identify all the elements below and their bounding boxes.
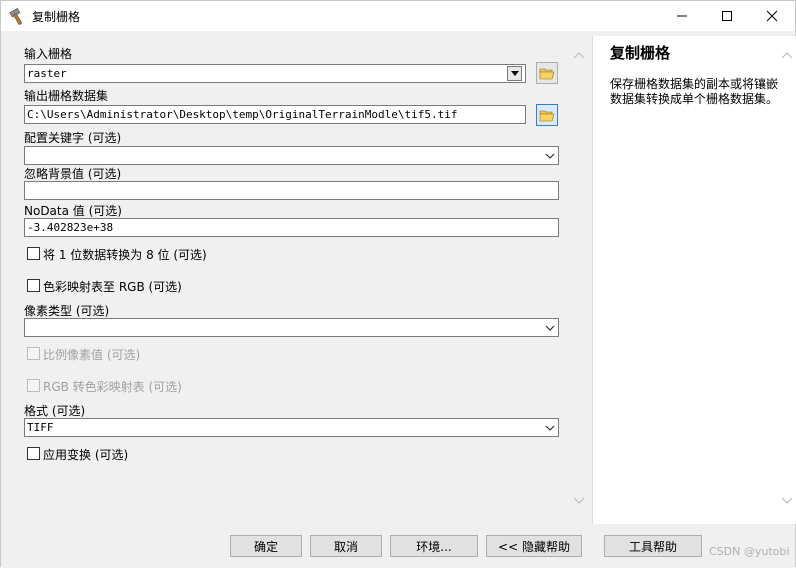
minimize-icon xyxy=(677,15,687,17)
chevron-down-icon xyxy=(545,325,555,331)
colormap-to-rgb-checkbox[interactable] xyxy=(27,279,40,292)
maximize-button[interactable] xyxy=(704,1,750,31)
input-raster-dropdown[interactable] xyxy=(507,66,522,81)
chevron-down-icon[interactable] xyxy=(781,496,793,506)
help-scrollbar[interactable] xyxy=(777,36,796,524)
window-title: 复制栅格 xyxy=(32,10,81,24)
output-dataset-value: C:\Users\Administrator\Desktop\temp\Orig… xyxy=(27,108,458,121)
apply-transform-label: 应用变换 (可选) xyxy=(43,448,129,462)
ignore-background-input[interactable] xyxy=(24,181,559,200)
nodata-input[interactable]: -3.402823e+38 xyxy=(24,218,559,237)
folder-open-icon xyxy=(539,68,555,80)
output-dataset-input[interactable]: C:\Users\Administrator\Desktop\temp\Orig… xyxy=(24,105,526,124)
config-keyword-combo[interactable] xyxy=(24,146,559,165)
hammer-icon xyxy=(9,7,23,25)
convert-1bit-checkbox[interactable] xyxy=(27,247,40,260)
convert-1bit-label: 将 1 位数据转换为 8 位 (可选) xyxy=(43,248,207,262)
chevron-down-icon xyxy=(545,425,555,431)
colormap-to-rgb-label: 色彩映射表至 RGB (可选) xyxy=(43,280,182,294)
format-combo[interactable]: TIFF xyxy=(24,418,559,437)
ignore-background-label: 忽略背景值 (可选) xyxy=(24,167,122,181)
parameters-scrollbar[interactable] xyxy=(569,36,589,524)
chevron-down-icon[interactable] xyxy=(573,496,585,506)
close-button[interactable] xyxy=(749,1,795,31)
output-dataset-label: 输出栅格数据集 xyxy=(24,89,109,103)
nodata-label: NoData 值 (可选) xyxy=(24,204,122,218)
nodata-value: -3.402823e+38 xyxy=(27,221,114,234)
chevron-down-icon xyxy=(545,153,555,159)
minimize-button[interactable] xyxy=(659,1,705,31)
chevron-up-icon[interactable] xyxy=(781,50,793,60)
input-raster-combo[interactable]: raster xyxy=(24,64,526,83)
input-raster-browse-button[interactable] xyxy=(536,62,558,84)
tool-help-button[interactable]: 工具帮助 xyxy=(604,535,702,557)
ok-button[interactable]: 确定 xyxy=(230,535,302,557)
apply-transform-checkbox[interactable] xyxy=(27,447,40,460)
scale-pixel-checkbox xyxy=(27,347,40,360)
maximize-icon xyxy=(722,11,732,21)
title-bar: 复制栅格 xyxy=(1,1,795,31)
pixel-type-label: 像素类型 (可选) xyxy=(24,304,110,318)
folder-open-icon xyxy=(539,110,555,122)
help-title: 复制栅格 xyxy=(610,44,671,62)
rgb-to-colormap-checkbox xyxy=(27,379,40,392)
environments-button[interactable]: 环境... xyxy=(390,535,478,557)
rgb-to-colormap-label: RGB 转色彩映射表 (可选) xyxy=(43,380,182,394)
chevron-up-icon[interactable] xyxy=(573,50,585,60)
input-raster-label: 输入栅格 xyxy=(24,47,73,61)
config-keyword-label: 配置关键字 (可选) xyxy=(24,131,122,145)
format-label: 格式 (可选) xyxy=(24,404,86,418)
watermark: CSDN @yutobi xyxy=(709,545,790,558)
format-value: TIFF xyxy=(27,421,54,434)
scale-pixel-label: 比例像素值 (可选) xyxy=(43,348,141,362)
triangle-down-icon xyxy=(510,71,519,76)
input-raster-value: raster xyxy=(27,67,67,80)
cancel-button[interactable]: 取消 xyxy=(310,535,382,557)
pixel-type-combo[interactable] xyxy=(24,318,559,337)
help-description: 保存栅格数据集的副本或将镶嵌数据集转换成单个栅格数据集。 xyxy=(610,77,779,106)
hide-help-button[interactable]: << 隐藏帮助 xyxy=(486,535,582,557)
close-icon xyxy=(766,10,778,22)
output-dataset-browse-button[interactable] xyxy=(536,104,558,126)
tool-dialog-window: 复制栅格 输入栅格 raster 输出栅格数据集 C:\Users\Admini… xyxy=(0,0,796,568)
help-pane: 复制栅格 保存栅格数据集的副本或将镶嵌数据集转换成单个栅格数据集。 xyxy=(592,36,796,524)
